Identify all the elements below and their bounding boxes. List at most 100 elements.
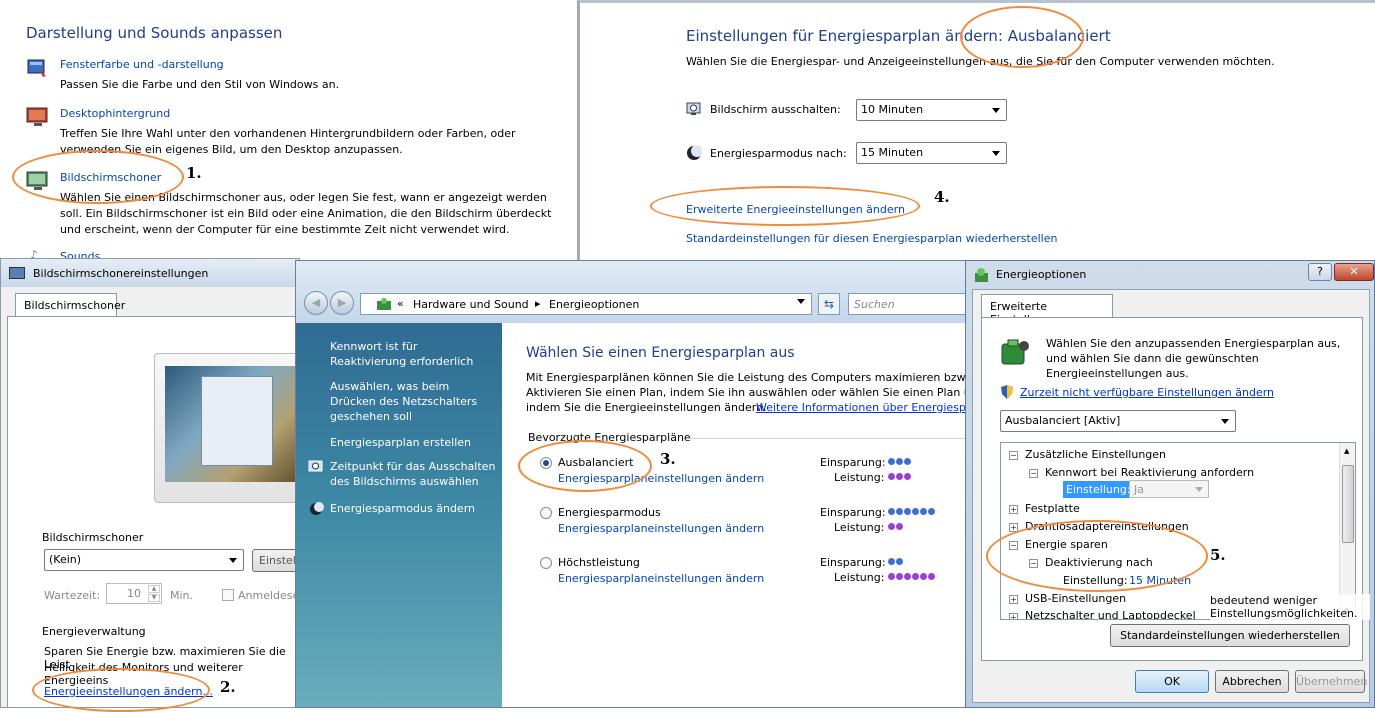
uac-shield-icon [1000,384,1014,400]
advanced-tab-content: Wählen Sie den anzupassenden Energiespar… [981,317,1370,661]
screensaver-select[interactable]: (Kein) [44,549,244,571]
cancel-button[interactable]: Abbrechen [1215,670,1289,693]
sidebar-item-display-off[interactable]: Zeitpunkt für das Ausschalten des Bildsc… [330,459,496,489]
tree-password[interactable]: Kennwort bei Reaktivierung anfordern [1045,466,1254,479]
screensaver-desc: Wählen Sie einen Bildschirmschoner aus, … [60,191,552,236]
moon-icon [308,501,324,517]
plan-balanced-saving-dots [888,457,948,467]
tab-content: Bildschirmschoner (Kein) Einstellu Warte… [7,316,299,707]
tree-sleep-value[interactable]: 15 Minuten [1129,574,1191,587]
spinner-down-icon[interactable]: ▼ [148,594,160,602]
search-placeholder: Suchen [854,298,895,311]
control-panel-icon [377,297,393,311]
plan-highperf-saving-label: Einsparung: [820,556,886,569]
scroll-thumb[interactable] [1342,465,1354,543]
address-bar[interactable]: « Hardware und Sound ▸ Energieoptionen [360,293,812,315]
display-off-select[interactable]: 10 Minuten [856,99,1007,121]
display-off-label: Bildschirm ausschalten: [710,103,841,116]
plan-highperf-name: Höchstleistung [558,556,640,569]
intro-line1: Mit Energiesparplänen können Sie die Lei… [526,371,975,384]
rating-dot [896,523,903,530]
breadcrumb-page[interactable]: Energieoptionen [549,298,639,311]
plans-content: Wählen Sie einen Energiesparplan aus Mit… [502,323,975,707]
plan-balanced-performance-label: Leistung: [834,471,885,484]
tree-usb[interactable]: USB-Einstellungen [1025,592,1126,605]
display-off-icon [686,101,702,117]
logon-checkbox[interactable] [222,589,234,601]
sidebar-item-sleep[interactable]: Energiesparmodus ändern [330,501,496,516]
plan-highperf-link[interactable]: Energiesparplaneinstellungen ändern [558,572,764,585]
help-button[interactable]: ? [1308,263,1332,281]
power-settings-link[interactable]: Energieeinstellungen ändern... [44,685,213,698]
breadcrumb-arrow-icon: ▸ [535,297,541,310]
sidebar-item-power-button[interactable]: Auswählen, was beim Drücken des Netzscha… [330,379,496,424]
step-1: 1. [186,164,202,182]
apply-button[interactable]: Übernehmen [1295,670,1367,693]
chevron-down-icon [992,151,1000,156]
tree-wireless[interactable]: Drahtlosadaptereinstellungen [1025,520,1189,533]
expand-icon[interactable]: + [1009,595,1018,604]
plan-powersave-link[interactable]: Energiesparplaneinstellungen ändern [558,522,764,535]
tree-harddisk[interactable]: Festplatte [1025,502,1080,515]
battery-icon [998,336,1032,368]
energy-body: Erweiterte Einstellungen Wählen Sie den … [972,289,1370,703]
expand-icon[interactable]: + [1009,505,1018,514]
sidebar-item-create-plan[interactable]: Energiesparplan erstellen [330,435,496,450]
ok-button[interactable]: OK [1135,670,1209,693]
unavailable-settings-link[interactable]: Zurzeit nicht verfügbare Einstellungen ä… [1020,386,1274,399]
rating-dot [888,573,895,580]
sleep-select[interactable]: 15 Minuten [856,142,1007,164]
chevron-down-icon [992,108,1000,113]
close-button[interactable]: ✕ [1334,263,1374,281]
energy-dialog-title: Energieoptionen [996,268,1087,281]
expand-icon[interactable]: + [1009,613,1018,619]
screensaver-link[interactable]: Bildschirmschoner [60,171,161,184]
breadcrumb-root[interactable]: Hardware und Sound [413,298,529,311]
back-button[interactable]: ◀ [304,291,328,315]
clock-icon [308,459,324,475]
tree-setting-select[interactable]: Ja [1129,480,1209,498]
collapse-icon[interactable]: − [1009,451,1018,460]
collapse-icon[interactable]: − [1009,541,1018,550]
more-info-link[interactable]: Weitere Informationen über Energiespa [756,401,973,414]
search-input[interactable]: Suchen [848,293,974,315]
tab-screensaver[interactable]: Bildschirmschoner [15,293,125,317]
sidebar-item-password[interactable]: Kennwort ist für Reaktivierung erforderl… [330,339,496,369]
tab-advanced[interactable]: Erweiterte Einstellungen [981,294,1113,326]
tree-extra-settings[interactable]: Zusätzliche Einstellungen [1025,448,1166,461]
restore-defaults-button[interactable]: Standardeinstellungen wiederherstellen [1110,624,1350,647]
plan-powersave-radio[interactable] [540,507,552,519]
expand-icon[interactable]: + [1009,523,1018,532]
desktop-background-link[interactable]: Desktophintergrund [60,107,170,120]
collapse-icon[interactable]: − [1029,469,1038,478]
plan-select[interactable]: Ausbalanciert [Aktiv] [1000,410,1236,432]
plan-highperf-radio[interactable] [540,557,552,569]
wait-input[interactable]: 10 ▲ ▼ [106,583,162,604]
forward-button[interactable]: ▶ [330,291,354,315]
rating-dot [888,523,895,530]
plan-balanced-radio[interactable] [540,457,552,469]
collapse-icon[interactable]: − [1029,559,1038,568]
plans-group-label: Bevorzugte Energiesparpläne [528,431,691,444]
plan-edit-title: Einstellungen für Energiesparplan ändern… [686,27,1111,45]
sleep-value: 15 Minuten [861,146,924,159]
tree-sleep[interactable]: Energie sparen [1025,538,1108,551]
plan-balanced-link[interactable]: Energiesparplaneinstellungen ändern [558,472,764,485]
window-color-link[interactable]: Fensterfarbe und -darstellung [60,58,224,71]
sleep-label: Energiesparmodus nach: [710,147,847,160]
restore-defaults-link[interactable]: Standardeinstellungen für diesen Energie… [686,232,1057,245]
address-dropdown-icon[interactable] [797,299,805,304]
rating-dot [888,508,895,515]
refresh-icon[interactable]: ⇆ [818,293,840,315]
screensaver-settings-button[interactable]: Einstellu [252,549,299,572]
tree-power-button[interactable]: Netzschalter und Laptopdeckel [1025,609,1196,619]
advanced-settings-link[interactable]: Erweiterte Energieeinstellungen ändern [686,203,905,216]
plan-select-value: Ausbalanciert [Aktiv] [1005,414,1121,427]
tree-sleep-after[interactable]: Deaktivierung nach [1045,556,1153,569]
rating-dot [904,573,911,580]
task-sidebar: Kennwort ist für Reaktivierung erforderl… [296,323,502,707]
spinner-up-icon[interactable]: ▲ [148,585,160,593]
tree-scrollbar[interactable]: ▲ ▼ [1339,443,1355,619]
tree-setting-value: Ja [1134,483,1144,496]
scroll-up-icon[interactable]: ▲ [1344,447,1349,455]
